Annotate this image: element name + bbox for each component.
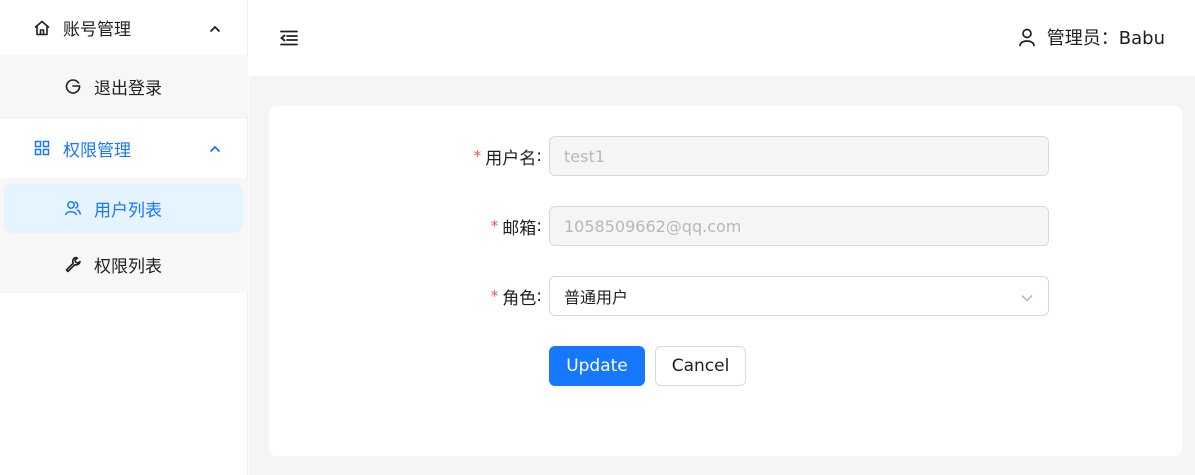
menu-account-management[interactable]: 账号管理 xyxy=(0,0,248,55)
required-mark: * xyxy=(490,287,499,305)
email-input[interactable]: 1058509662@qq.com xyxy=(549,206,1049,246)
username-label-text: 用户名 xyxy=(485,148,537,169)
edit-user-card: * 用户名 : test1 * 邮箱 : 1058509662@qq.com *… xyxy=(269,106,1182,456)
menu-fold-icon[interactable] xyxy=(279,28,299,48)
appstore-icon xyxy=(33,139,51,157)
menu-item-user-list-label: 用户列表 xyxy=(94,200,162,221)
user-icon xyxy=(1017,27,1037,47)
username-label: * 用户名 : xyxy=(474,136,542,176)
menu-permission-management[interactable]: 权限管理 xyxy=(0,118,248,178)
menu-item-permission-list-label: 权限列表 xyxy=(94,256,162,277)
required-mark: * xyxy=(473,147,482,165)
form-row-role: * 角色 : 普通用户 xyxy=(269,276,1182,316)
role-select[interactable]: 普通用户 xyxy=(549,276,1049,316)
role-selected-value: 普通用户 xyxy=(564,288,629,307)
cancel-button[interactable]: Cancel xyxy=(655,346,746,386)
menu-account-management-label: 账号管理 xyxy=(63,20,131,40)
role-label: * 角色 : xyxy=(491,276,542,316)
admin-name-label: 管理员：Babu xyxy=(1046,28,1165,49)
content-area: * 用户名 : test1 * 邮箱 : 1058509662@qq.com *… xyxy=(249,76,1195,475)
menu-item-permission-list[interactable]: 权限列表 xyxy=(4,239,243,289)
required-mark: * xyxy=(490,217,499,235)
label-colon: : xyxy=(536,216,542,236)
top-header: 管理员：Babu xyxy=(249,0,1195,76)
email-label-text: 邮箱 xyxy=(502,218,537,239)
user-info[interactable]: 管理员：Babu xyxy=(1017,24,1165,50)
form-actions: Update Cancel xyxy=(269,346,1182,386)
username-value: test1 xyxy=(564,146,605,166)
form-row-email: * 邮箱 : 1058509662@qq.com xyxy=(269,206,1182,246)
home-icon xyxy=(33,19,51,37)
label-colon: : xyxy=(536,146,542,166)
label-colon: : xyxy=(536,286,542,306)
menu-permission-management-label: 权限管理 xyxy=(63,140,131,161)
menu-item-user-list[interactable]: 用户列表 xyxy=(4,183,243,233)
sidebar: 账号管理 退出登录 权限管理 用户列表 权限列表 xyxy=(0,0,248,475)
users-icon xyxy=(64,199,82,217)
chevron-up-icon xyxy=(208,21,222,35)
logout-icon xyxy=(64,77,82,95)
email-value: 1058509662@qq.com xyxy=(564,216,742,236)
update-button[interactable]: Update xyxy=(549,346,645,386)
wrench-icon xyxy=(64,255,82,273)
username-input[interactable]: test1 xyxy=(549,136,1049,176)
menu-item-logout-label: 退出登录 xyxy=(94,78,162,99)
menu-item-logout[interactable]: 退出登录 xyxy=(0,57,248,115)
chevron-down-icon xyxy=(1020,290,1034,304)
role-label-text: 角色 xyxy=(502,288,537,309)
email-label: * 邮箱 : xyxy=(491,206,542,246)
form-row-username: * 用户名 : test1 xyxy=(269,136,1182,176)
chevron-up-icon xyxy=(208,141,222,155)
